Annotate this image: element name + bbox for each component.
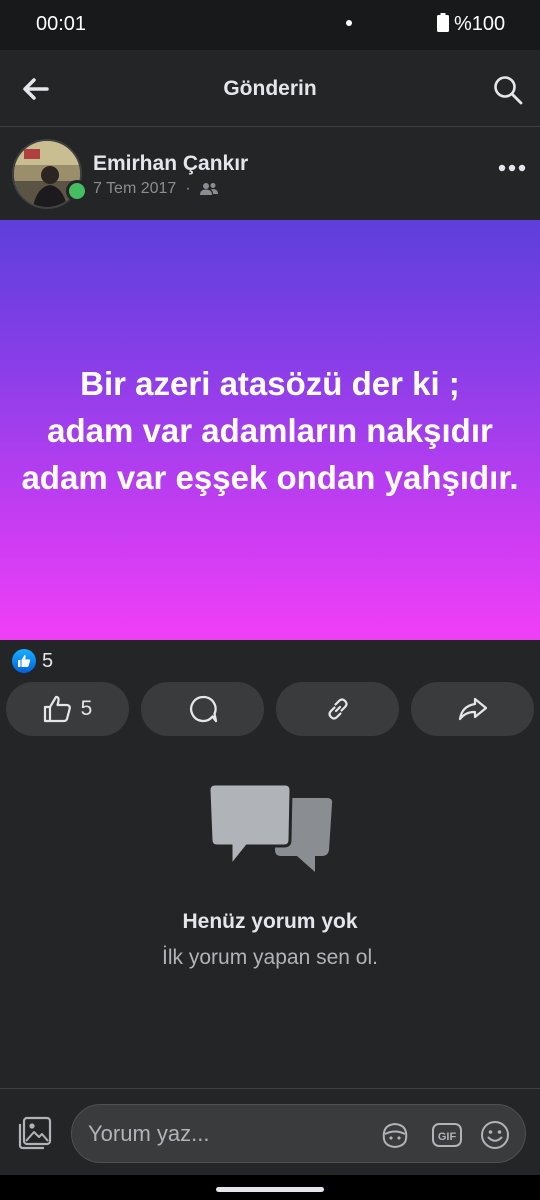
- link-icon: [327, 698, 348, 720]
- empty-comments-subtitle: İlk yorum yapan sen ol.: [162, 946, 378, 969]
- battery-icon: [437, 13, 449, 32]
- comment-input[interactable]: [88, 1117, 368, 1151]
- reaction-count: 5: [42, 649, 54, 672]
- system-navigation-bar: [0, 1175, 540, 1200]
- emoji-icon[interactable]: [479, 1119, 511, 1151]
- post-text: Bir azeri atasözü der ki ; adam var adam…: [21, 360, 518, 501]
- page-title: Gönderin: [223, 77, 317, 100]
- copy-link-button[interactable]: [276, 682, 399, 736]
- empty-comments-title: Henüz yorum yok: [182, 910, 358, 933]
- share-button[interactable]: [411, 682, 534, 736]
- comment-field[interactable]: GIF: [71, 1104, 526, 1163]
- post-date[interactable]: 7 Tem 2017: [93, 180, 176, 198]
- gif-icon[interactable]: GIF: [431, 1119, 463, 1151]
- comment-icon: [189, 695, 217, 723]
- status-time: 00:01: [36, 13, 87, 35]
- like-button[interactable]: 5: [6, 682, 129, 736]
- home-gesture-handle[interactable]: [216, 1187, 324, 1192]
- online-status-indicator: [66, 180, 88, 202]
- more-options-icon[interactable]: [497, 156, 527, 180]
- notification-dot-icon: [346, 20, 352, 26]
- battery-percent: %100: [454, 13, 506, 35]
- svg-text:GIF: GIF: [438, 1131, 457, 1143]
- post-background: Bir azeri atasözü der ki ; adam var adam…: [0, 220, 540, 640]
- friends-audience-icon: [199, 183, 218, 195]
- status-bar: 00:01 %100: [0, 0, 540, 50]
- post-header: Emirhan Çankır 7 Tem 2017 ·: [0, 128, 540, 220]
- meta-separator: ·: [185, 180, 191, 197]
- comment-bubbles-icon: [207, 782, 333, 872]
- post-author-name[interactable]: Emirhan Çankır: [93, 152, 248, 176]
- search-icon[interactable]: [492, 74, 524, 106]
- comment-composer: GIF: [0, 1088, 540, 1175]
- post-text-line: adam var eşşek ondan yahşıdır.: [21, 458, 519, 496]
- share-arrow-icon: [458, 697, 487, 721]
- top-bar: Gönderin: [0, 50, 540, 127]
- avatar-sticker-icon[interactable]: [379, 1119, 411, 1151]
- comment-button[interactable]: [141, 682, 264, 736]
- thumbs-up-icon: [43, 695, 71, 723]
- empty-comments-state: Henüz yorum yok İlk yorum yapan sen ol.: [0, 780, 540, 970]
- post-text-line: Bir azeri atasözü der ki ;: [80, 364, 460, 402]
- like-reaction-icon: [12, 649, 36, 673]
- post-actions: 5: [6, 682, 534, 736]
- reactions-summary[interactable]: 5: [12, 648, 53, 674]
- photo-icon[interactable]: [17, 1115, 53, 1151]
- like-count: 5: [80, 697, 93, 720]
- post-text-line: adam var adamların nakşıdır: [47, 411, 493, 449]
- post-meta: 7 Tem 2017 ·: [93, 180, 218, 198]
